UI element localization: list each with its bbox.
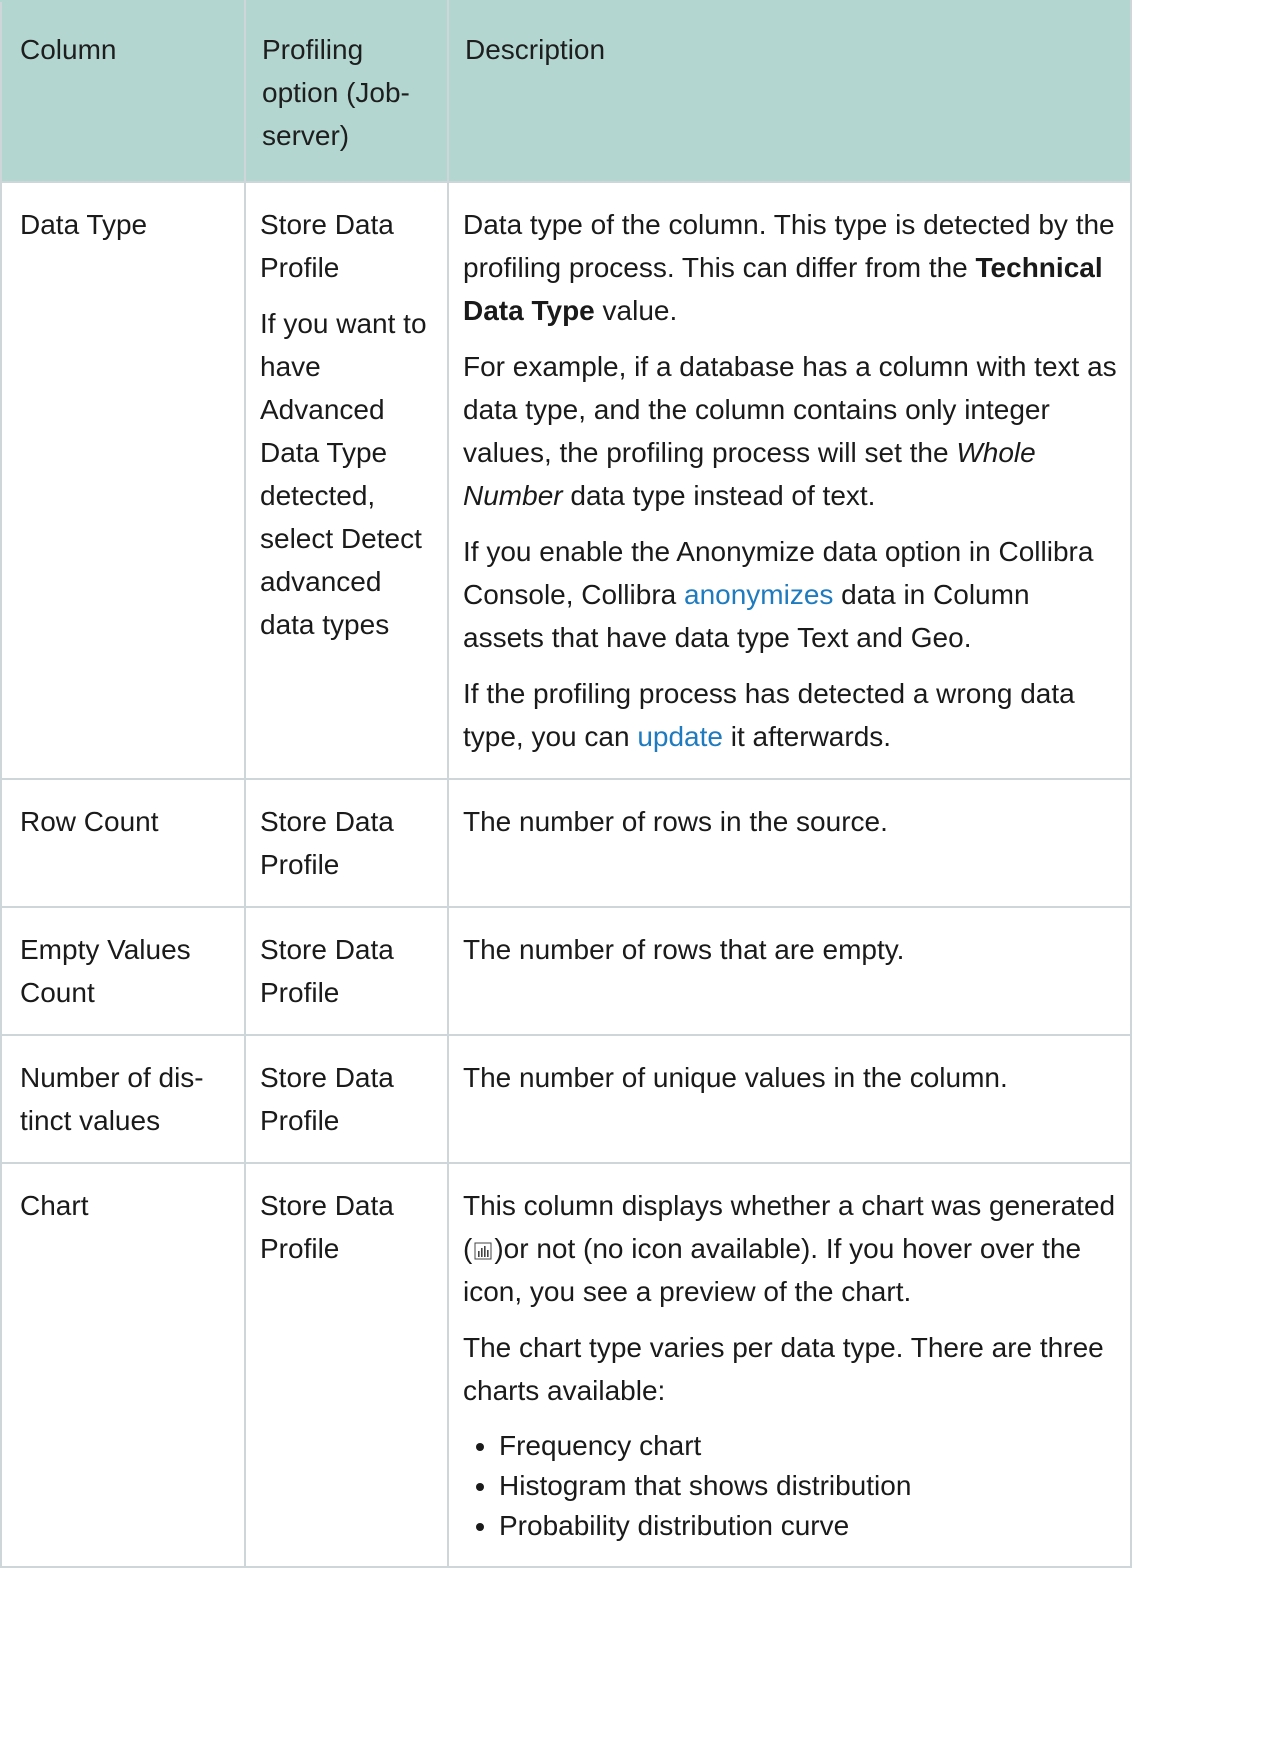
anonymizes-link[interactable]: anonymizes — [684, 579, 833, 610]
cell-option-chart: Store Data Profile — [244, 1162, 449, 1568]
table-row: Data Type Store Data Profile If you want… — [0, 181, 1132, 780]
description-paragraph: Data type of the column. This type is de… — [463, 209, 1115, 326]
description-paragraph: If the profiling process has detected a … — [463, 678, 1075, 752]
header-profiling-option: Profiling option (Job-server) — [244, 0, 449, 183]
cell-description-data-type: Data type of the column. This type is de… — [447, 181, 1132, 780]
table-row: Number of dis-tinct values Store Data Pr… — [0, 1034, 1132, 1164]
header-description: Description — [447, 0, 1132, 183]
header-column: Column — [0, 0, 246, 183]
profiling-table: Column Profiling option (Job-server) Des… — [0, 0, 1132, 1568]
description-paragraph: For example, if a database has a column … — [463, 351, 1117, 511]
cell-column-row-count: Row Count — [0, 778, 246, 908]
update-link[interactable]: update — [637, 721, 723, 752]
list-item: Probability distribution curve — [499, 1506, 1118, 1546]
option-note: If you want to have Advanced Data Type d… — [260, 308, 427, 640]
table-row: Row Count Store Data Profile The number … — [0, 778, 1132, 908]
cell-option-row-count: Store Data Profile — [244, 778, 449, 908]
cell-option-data-type: Store Data Profile If you want to have A… — [244, 181, 449, 780]
bar-chart-icon — [474, 1242, 492, 1260]
list-item: Frequency chart — [499, 1426, 1118, 1466]
cell-option-distinct: Store Data Profile — [244, 1034, 449, 1164]
cell-description-row-count: The number of rows in the source. — [447, 778, 1132, 908]
table-row: Chart Store Data Profile This column dis… — [0, 1162, 1132, 1568]
cell-description-distinct: The number of unique values in the colum… — [447, 1034, 1132, 1164]
description-paragraph: This column displays whether a chart was… — [463, 1190, 1116, 1307]
cell-column-chart: Chart — [0, 1162, 246, 1568]
header-row: Column Profiling option (Job-server) Des… — [0, 0, 1132, 183]
description-paragraph: If you enable the Anonymize data option … — [463, 536, 1094, 653]
chart-types-list: Frequency chart Histogram that shows dis… — [463, 1426, 1118, 1546]
option-text: Store Data Profile — [260, 209, 394, 283]
cell-option-empty-values: Store Data Profile — [244, 906, 449, 1036]
cell-column-distinct: Number of dis-tinct values — [0, 1034, 246, 1164]
description-paragraph: The chart type varies per data type. The… — [463, 1332, 1104, 1406]
list-item: Histogram that shows distribution — [499, 1466, 1118, 1506]
cell-description-empty-values: The number of rows that are empty. — [447, 906, 1132, 1036]
cell-description-chart: This column displays whether a chart was… — [447, 1162, 1132, 1568]
table-row: Empty Values Count Store Data Profile Th… — [0, 906, 1132, 1036]
cell-column-empty-values: Empty Values Count — [0, 906, 246, 1036]
cell-column-data-type: Data Type — [0, 181, 246, 780]
